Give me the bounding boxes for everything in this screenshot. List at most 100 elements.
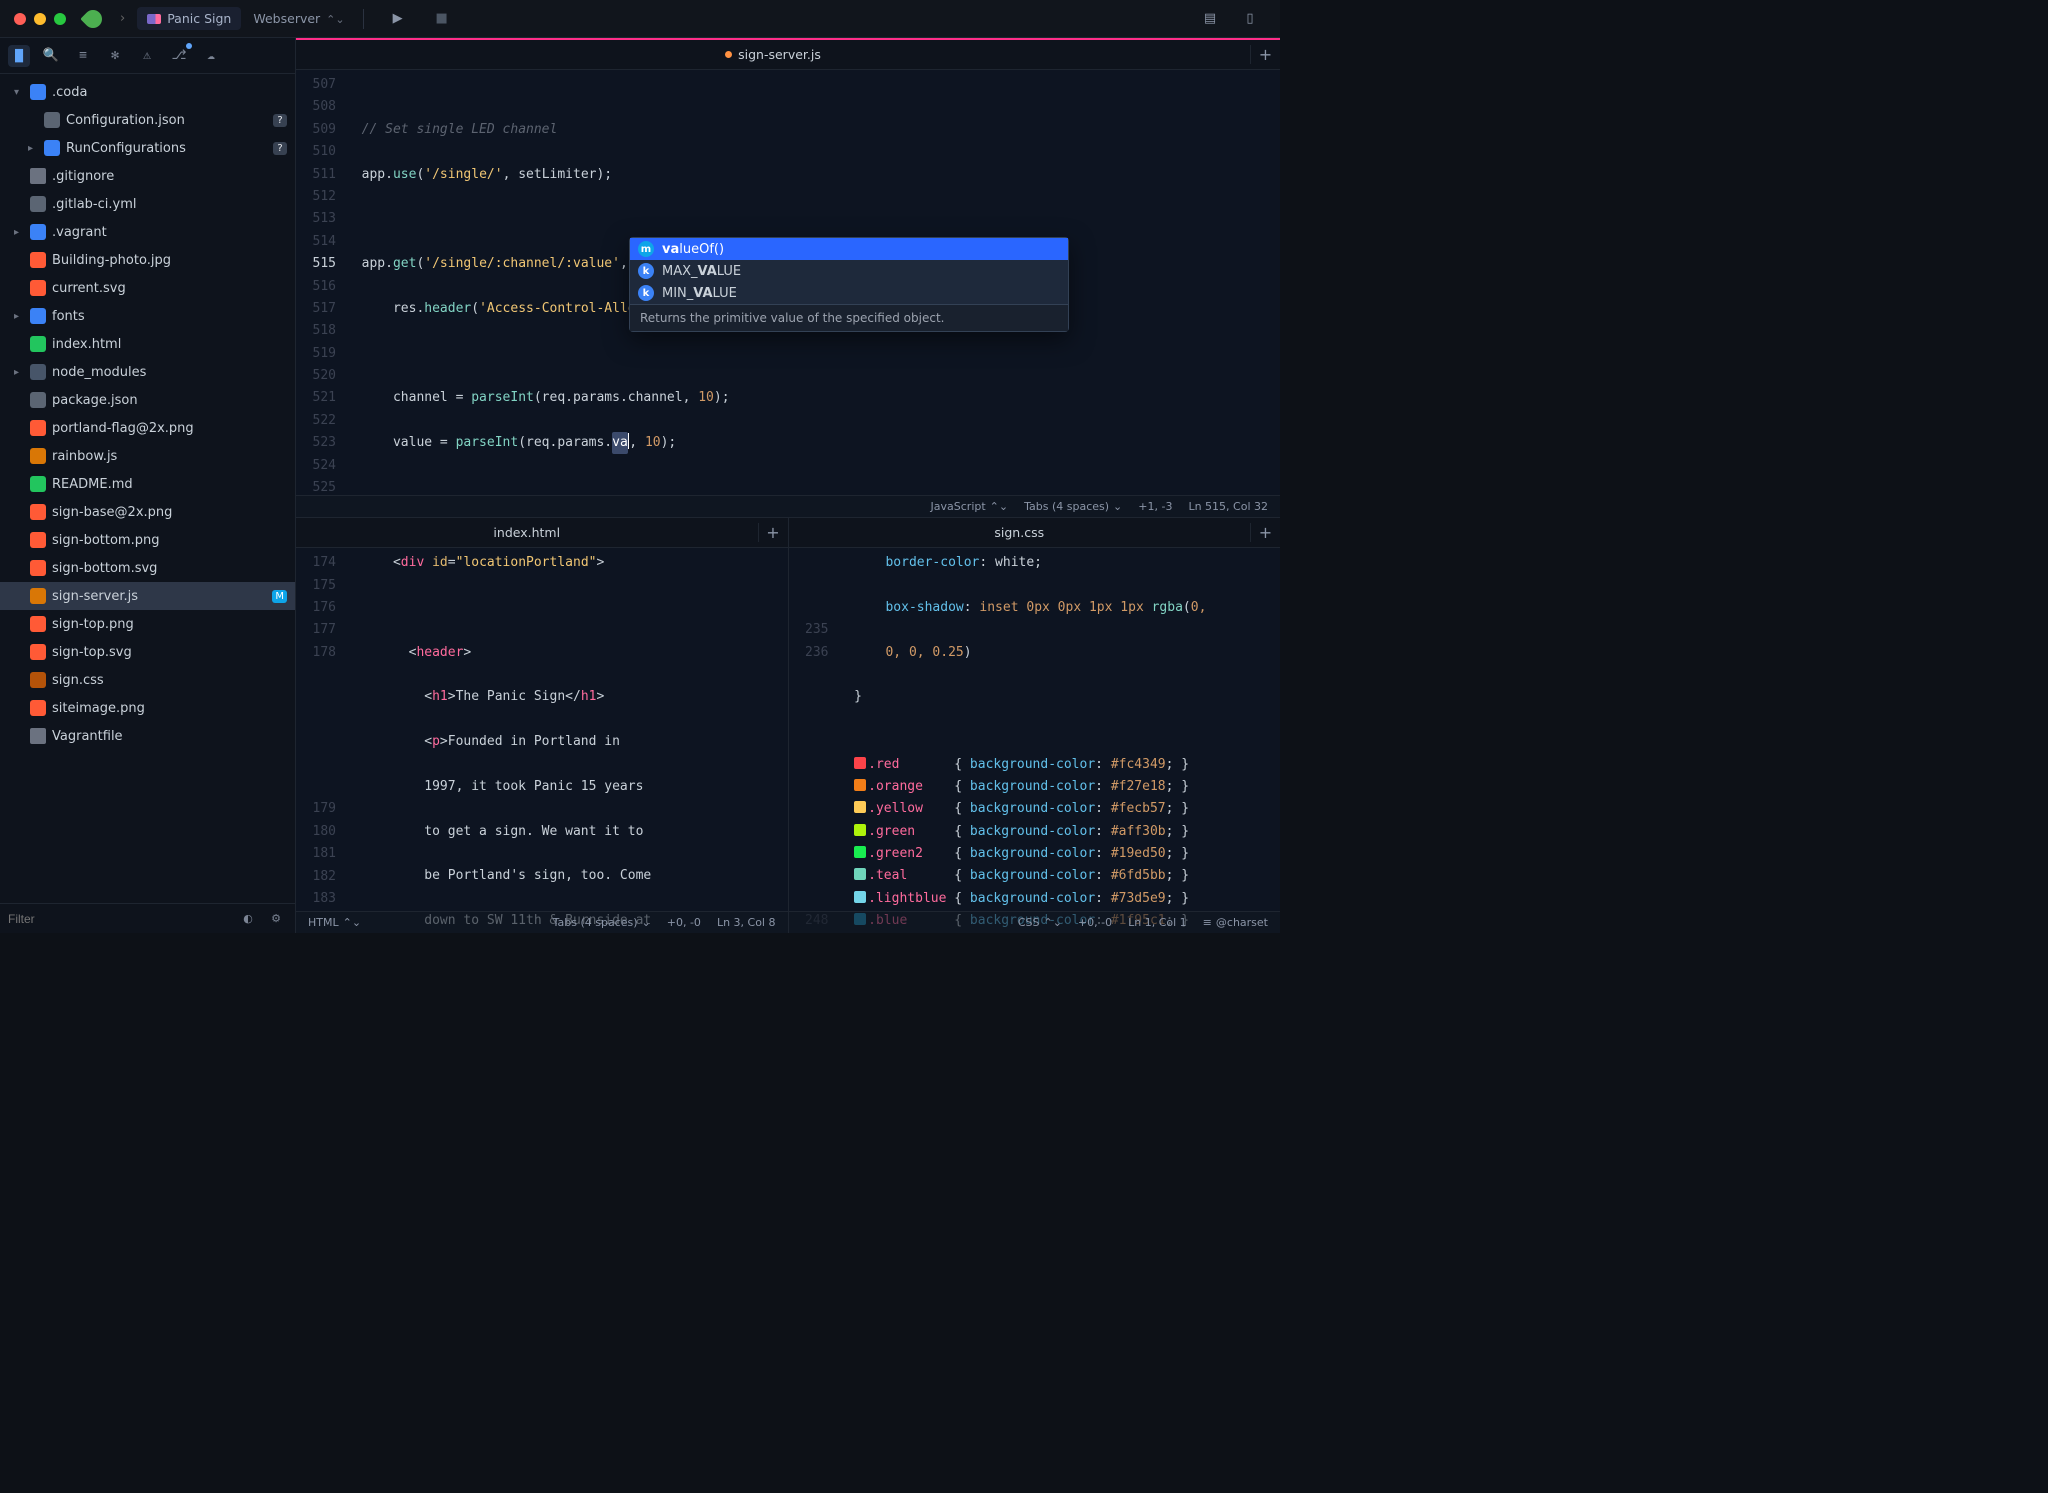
folder-icon <box>30 308 46 324</box>
gear-icon <box>44 112 60 128</box>
filter-settings-icon[interactable]: ⚙ <box>265 908 287 930</box>
html-icon <box>30 476 46 492</box>
status-delta: +1, -3 <box>1138 500 1172 513</box>
tree-item-label: RunConfigurations <box>66 141 186 156</box>
tree-item-label: sign-top.svg <box>52 645 132 660</box>
sidebar-toggle-button[interactable]: ▯ <box>1238 7 1262 31</box>
img-icon <box>30 252 46 268</box>
tree-item-label: sign-bottom.svg <box>52 561 157 576</box>
tree-item-node-modules[interactable]: ▸node_modules <box>0 358 295 386</box>
chevron-right-icon: › <box>120 11 125 26</box>
breadcrumb-target[interactable]: Webserver ⌃⌄ <box>253 11 344 26</box>
tree-item-label: rainbow.js <box>52 449 117 464</box>
tree-item-sign-bottom-png[interactable]: sign-bottom.png <box>0 526 295 554</box>
app-icon <box>80 6 105 31</box>
status-indent[interactable]: Tabs (4 spaces) ⌄ <box>553 916 651 929</box>
tree-item--gitignore[interactable]: .gitignore <box>0 162 295 190</box>
code-editor-bl[interactable]: 174175176177178179180181182183 <div id="… <box>296 548 788 933</box>
tree-item-label: siteimage.png <box>52 701 145 716</box>
issues-icon[interactable]: ⚠ <box>136 45 158 67</box>
img-icon <box>30 560 46 576</box>
tab-sign-css[interactable]: sign.css <box>789 525 1251 540</box>
tab-index-html[interactable]: index.html <box>296 525 758 540</box>
stop-button[interactable]: ■ <box>430 7 454 31</box>
new-tab-button[interactable]: + <box>1250 45 1280 64</box>
img-icon <box>30 616 46 632</box>
sidebar-toolbar: ▇ 🔍 ≡ ✻ ⚠ ⎇ ☁ <box>0 38 295 74</box>
tree-item-building-photo-jpg[interactable]: Building-photo.jpg <box>0 246 295 274</box>
status-encoding[interactable]: ≡ @charset <box>1203 916 1268 929</box>
tree-item-sign-base-2x-png[interactable]: sign-base@2x.png <box>0 498 295 526</box>
status-lang[interactable]: CSS ⌃⌄ <box>1018 916 1062 929</box>
tab-label: sign.css <box>994 525 1044 540</box>
tree-item--gitlab-ci-yml[interactable]: .gitlab-ci.yml <box>0 190 295 218</box>
tree-item-sign-top-png[interactable]: sign-top.png <box>0 610 295 638</box>
tab-sign-server[interactable]: sign-server.js <box>296 47 1250 62</box>
modified-dot-icon <box>725 51 732 58</box>
new-tab-button[interactable]: + <box>1250 523 1280 542</box>
tree-item-sign-top-svg[interactable]: sign-top.svg <box>0 638 295 666</box>
layout-button[interactable]: ▤ <box>1198 7 1222 31</box>
zoom-window[interactable] <box>54 13 66 25</box>
filter-options-icon[interactable]: ◐ <box>237 908 259 930</box>
tab-label: sign-server.js <box>738 47 821 62</box>
folder-icon <box>30 84 46 100</box>
tree-item-index-html[interactable]: index.html <box>0 330 295 358</box>
tree-item-sign-server-js[interactable]: sign-server.jsM <box>0 582 295 610</box>
tree-item-label: .coda <box>52 85 87 100</box>
tree-item-siteimage-png[interactable]: siteimage.png <box>0 694 295 722</box>
search-icon[interactable]: 🔍 <box>40 45 62 67</box>
tree-item-readme-md[interactable]: README.md <box>0 470 295 498</box>
html-icon <box>30 336 46 352</box>
tree-item-label: portland-flag@2x.png <box>52 421 194 436</box>
cloud-icon[interactable]: ☁ <box>200 45 222 67</box>
sidebar: ▇ 🔍 ≡ ✻ ⚠ ⎇ ☁ ▾.codaConfiguration.json?▸… <box>0 38 296 933</box>
run-button[interactable]: ▶ <box>386 7 410 31</box>
breadcrumb-project[interactable]: Panic Sign <box>137 7 241 30</box>
filter-input[interactable] <box>8 912 231 926</box>
status-pos[interactable]: Ln 3, Col 8 <box>717 916 776 929</box>
editor-area: sign-server.js + 50750850951051151251351… <box>296 38 1280 933</box>
minimize-window[interactable] <box>34 13 46 25</box>
file-icon <box>30 168 46 184</box>
tree-item-vagrantfile[interactable]: Vagrantfile <box>0 722 295 750</box>
tree-item-sign-bottom-svg[interactable]: sign-bottom.svg <box>0 554 295 582</box>
css-icon <box>30 672 46 688</box>
autocomplete-popup[interactable]: mvalueOf()kMAX_VALUEkMIN_VALUEReturns th… <box>629 237 1069 332</box>
tree-item-package-json[interactable]: package.json <box>0 386 295 414</box>
status-delta: +0, -0 <box>667 916 701 929</box>
tree-item-label: Vagrantfile <box>52 729 123 744</box>
status-lang[interactable]: HTML ⌃⌄ <box>308 916 361 929</box>
sidebar-footer: ◐ ⚙ <box>0 903 295 933</box>
tree-item--coda[interactable]: ▾.coda <box>0 78 295 106</box>
tree-item-current-svg[interactable]: current.svg <box>0 274 295 302</box>
tree-item--vagrant[interactable]: ▸.vagrant <box>0 218 295 246</box>
status-lang[interactable]: JavaScript ⌃⌄ <box>931 500 1009 513</box>
tree-item-label: fonts <box>52 309 85 324</box>
file-tree[interactable]: ▾.codaConfiguration.json?▸RunConfigurati… <box>0 74 295 903</box>
tree-item-runconfigurations[interactable]: ▸RunConfigurations? <box>0 134 295 162</box>
autocomplete-item[interactable]: mvalueOf() <box>630 238 1068 260</box>
status-pos[interactable]: Ln 515, Col 32 <box>1188 500 1268 513</box>
tree-item-configuration-json[interactable]: Configuration.json? <box>0 106 295 134</box>
status-indent[interactable]: Tabs (4 spaces) ⌄ <box>1024 500 1122 513</box>
scm-icon[interactable]: ⎇ <box>168 45 190 67</box>
tree-item-rainbow-js[interactable]: rainbow.js <box>0 442 295 470</box>
ai-icon[interactable]: ✻ <box>104 45 126 67</box>
tree-item-sign-css[interactable]: sign.css <box>0 666 295 694</box>
status-pos[interactable]: Ln 1, Col 1 <box>1128 916 1187 929</box>
tree-item-label: node_modules <box>52 365 146 380</box>
new-tab-button[interactable]: + <box>758 523 788 542</box>
files-tab-icon[interactable]: ▇ <box>8 45 30 67</box>
symbols-icon[interactable]: ≡ <box>72 45 94 67</box>
tree-item-fonts[interactable]: ▸fonts <box>0 302 295 330</box>
autocomplete-doc: Returns the primitive value of the speci… <box>630 304 1068 331</box>
autocomplete-item[interactable]: kMIN_VALUE <box>630 282 1068 304</box>
breadcrumb-project-label: Panic Sign <box>167 11 231 26</box>
code-editor-br[interactable]: 235236248 border-color: white; box-shado… <box>789 548 1281 933</box>
tree-item-badge: ? <box>273 114 287 127</box>
tree-item-portland-flag-2x-png[interactable]: portland-flag@2x.png <box>0 414 295 442</box>
close-window[interactable] <box>14 13 26 25</box>
tree-item-label: current.svg <box>52 281 126 296</box>
autocomplete-item[interactable]: kMAX_VALUE <box>630 260 1068 282</box>
